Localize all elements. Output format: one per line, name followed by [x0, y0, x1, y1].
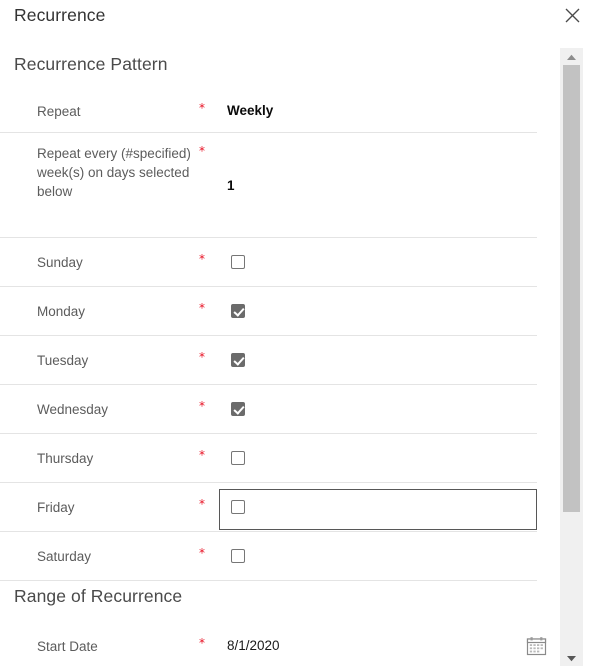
form-row-repeat-every: Repeat every (#specified) week(s) on day… — [0, 133, 537, 238]
required-marker-monday: * — [199, 301, 205, 315]
scroll-up-button[interactable] — [560, 48, 583, 65]
label-monday: Monday — [37, 304, 86, 319]
required-marker-tuesday: * — [199, 350, 205, 364]
checkbox-sunday[interactable] — [231, 255, 245, 269]
form-row-friday: Friday * — [0, 483, 537, 532]
checkbox-wednesday[interactable] — [231, 402, 245, 416]
required-marker-saturday: * — [199, 546, 205, 560]
form-row-tuesday: Tuesday * — [0, 336, 537, 385]
required-marker-wednesday: * — [199, 399, 205, 413]
label-tuesday: Tuesday — [37, 353, 89, 368]
checkbox-tuesday[interactable] — [231, 353, 245, 367]
triangle-down-icon — [566, 649, 577, 667]
focused-field-friday[interactable] — [219, 489, 537, 530]
checkbox-thursday[interactable] — [231, 451, 245, 465]
form-row-saturday: Saturday * — [0, 532, 537, 581]
value-repeat-every[interactable]: 1 — [227, 177, 235, 195]
required-marker-start-date: * — [199, 636, 205, 650]
triangle-up-icon — [566, 48, 577, 66]
value-start-date[interactable]: 8/1/2020 — [227, 637, 280, 655]
calendar-icon[interactable] — [526, 636, 547, 656]
required-marker-thursday: * — [199, 448, 205, 462]
checkbox-monday[interactable] — [231, 304, 245, 318]
label-saturday: Saturday — [37, 549, 92, 564]
checkbox-saturday[interactable] — [231, 549, 245, 563]
label-friday: Friday — [37, 500, 75, 515]
close-button[interactable] — [556, 0, 588, 30]
label-thursday: Thursday — [37, 451, 94, 466]
scrollbar-thumb[interactable] — [563, 65, 580, 512]
section-heading-range-of-recurrence: Range of Recurrence — [14, 586, 183, 606]
dialog-body: Recurrence Pattern Repeat * Weekly Repea… — [0, 42, 603, 666]
scroll-down-button[interactable] — [560, 649, 583, 666]
required-marker-repeat: * — [199, 101, 205, 115]
required-marker-repeat-every: * — [199, 144, 205, 158]
checkbox-friday[interactable] — [231, 500, 245, 514]
value-repeat[interactable]: Weekly — [227, 102, 273, 120]
label-sunday: Sunday — [37, 255, 83, 270]
form-row-wednesday: Wednesday * — [0, 385, 537, 434]
form-row-start-date: Start Date * 8/1/2020 — [0, 622, 547, 666]
vertical-scrollbar[interactable] — [560, 48, 583, 666]
section-heading-recurrence-pattern: Recurrence Pattern — [14, 54, 168, 74]
form-row-monday: Monday * — [0, 287, 537, 336]
label-repeat-every: Repeat every (#specified) week(s) on day… — [37, 146, 191, 199]
label-repeat: Repeat — [37, 104, 81, 119]
page-title: Recurrence — [14, 5, 106, 25]
required-marker-sunday: * — [199, 252, 205, 266]
form-row-thursday: Thursday * — [0, 434, 537, 483]
close-icon — [565, 8, 580, 23]
recurrence-dialog: Recurrence Recurrence Pattern Repeat * W… — [0, 0, 603, 666]
dialog-header: Recurrence — [0, 0, 603, 42]
form-row-repeat: Repeat * Weekly — [0, 90, 537, 133]
label-wednesday: Wednesday — [37, 402, 109, 417]
required-marker-friday: * — [199, 497, 205, 511]
form-row-sunday: Sunday * — [0, 238, 537, 287]
label-start-date: Start Date — [37, 639, 98, 654]
